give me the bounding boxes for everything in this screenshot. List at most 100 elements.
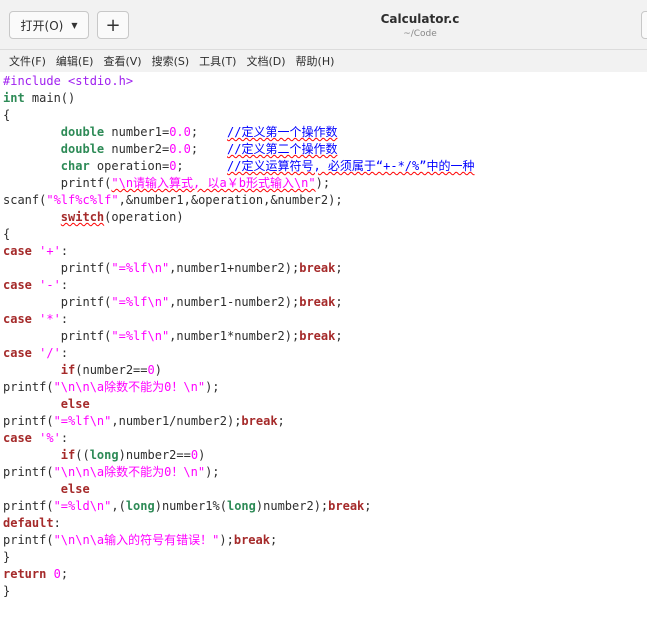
code-line: #include <stdio.h> [3,73,474,90]
menu-documents[interactable]: 文档(D) [246,53,285,69]
code-token: ); [205,380,220,394]
code-token: : [60,346,69,360]
code-token: '%' [39,431,61,445]
code-token: case [3,346,32,360]
code-token: 0.0 [169,142,191,156]
code-token: 0 [53,567,61,581]
code-token: switch [60,210,105,224]
code-token: break [299,295,336,309]
code-token: break [328,499,365,513]
code-token: break [233,533,270,547]
code-line: { [3,226,474,243]
code-token: ); [219,533,234,547]
code-token: "\n请输入算式, 以a￥b形式输入\n" [111,176,316,190]
code-token: '*' [39,312,61,326]
code-token: //定义运算符号, 必须属于“+-*/%”中的一种 [227,159,475,173]
code-token: '/' [39,346,61,360]
code-line: case '+': [3,243,474,260]
code-token: ,number1+number2); [169,261,300,275]
code-token: "=%ld\n" [53,499,112,513]
code-text: #include <stdio.h> int main(){ double num… [3,73,474,600]
menu-view[interactable]: 查看(V) [103,53,141,69]
menu-help[interactable]: 帮助(H) [296,53,335,69]
code-line: default: [3,515,474,532]
code-token: "=%lf\n" [111,329,170,343]
code-token: ; [190,142,227,156]
code-token: ; [190,125,227,139]
code-token: ) [198,448,206,462]
code-token: main() [24,91,76,105]
code-token: #include <stdio.h> [3,74,134,88]
menu-search[interactable]: 搜索(S) [152,53,190,69]
menu-edit[interactable]: 编辑(E) [56,53,94,69]
code-line: } [3,549,474,566]
code-token: ,number1*number2); [169,329,300,343]
code-line: printf("=%lf\n",number1/number2);break; [3,413,474,430]
code-token: printf( [3,261,112,275]
code-token: printf( [3,380,54,394]
code-token: )number2); [255,499,329,513]
code-token: return [3,567,47,581]
code-token: : [60,431,69,445]
code-token: "\n\n\a除数不能为0！\n" [53,380,206,394]
code-token: ; [364,499,372,513]
code-token: '+' [39,244,61,258]
open-button-label: 打开(O) [20,18,64,33]
code-token: ,number1-number2); [169,295,300,309]
code-line: printf("=%lf\n",number1+number2);break; [3,260,474,277]
window-title: Calculator.c [380,12,460,26]
code-token: int [3,91,25,105]
code-token: } [3,550,11,564]
code-token: printf( [3,414,54,428]
code-line: int main() [3,90,474,107]
code-token: //定义第二个操作数 [227,142,338,156]
open-button[interactable]: 打开(O) ▼ [9,11,89,39]
menu-file[interactable]: 文件(F) [9,53,46,69]
code-token: 0.0 [169,125,191,139]
menu-tools[interactable]: 工具(T) [199,53,236,69]
code-line: scanf("%lf%c%lf",&number1,&operation,&nu… [3,192,474,209]
plus-icon: + [105,14,121,36]
code-token: : [60,312,69,326]
code-token: long [226,499,256,513]
code-token: ); [315,176,331,190]
code-line: printf("=%lf\n",number1*number2);break; [3,328,474,345]
code-line: case '*': [3,311,474,328]
code-token: ; [335,261,343,275]
code-line: printf("\n\n\a除数不能为0！\n"); [3,379,474,396]
code-line: printf("\n\n\a输入的符号有错误！");break; [3,532,474,549]
code-token: printf( [3,176,112,190]
code-token: )number1%( [154,499,227,513]
code-token: ; [335,295,343,309]
code-token: { [3,227,11,241]
code-line: case '-': [3,277,474,294]
code-token: double [60,142,105,156]
code-token: '-' [39,278,61,292]
code-token: case [3,431,32,445]
code-line: else [3,481,474,498]
code-token: (number2== [75,363,148,377]
code-token: if [60,363,76,377]
code-token: number1= [104,125,170,139]
code-token: { [3,108,11,122]
code-editor[interactable]: #include <stdio.h> int main(){ double num… [0,73,647,618]
code-token: )number2== [118,448,191,462]
code-token: "\n\n\a除数不能为0！\n" [53,465,206,479]
code-line: { [3,107,474,124]
code-token: break [299,329,336,343]
new-document-button[interactable]: + [97,11,129,39]
code-token: printf( [3,295,112,309]
code-token: long [89,448,119,462]
chevron-down-icon: ▼ [71,20,78,30]
code-line: switch(operation) [3,209,474,226]
code-token: : [53,516,61,530]
code-token: ; [335,329,343,343]
code-token: ; [277,414,285,428]
code-token: ,( [111,499,126,513]
save-button[interactable] [641,11,647,39]
